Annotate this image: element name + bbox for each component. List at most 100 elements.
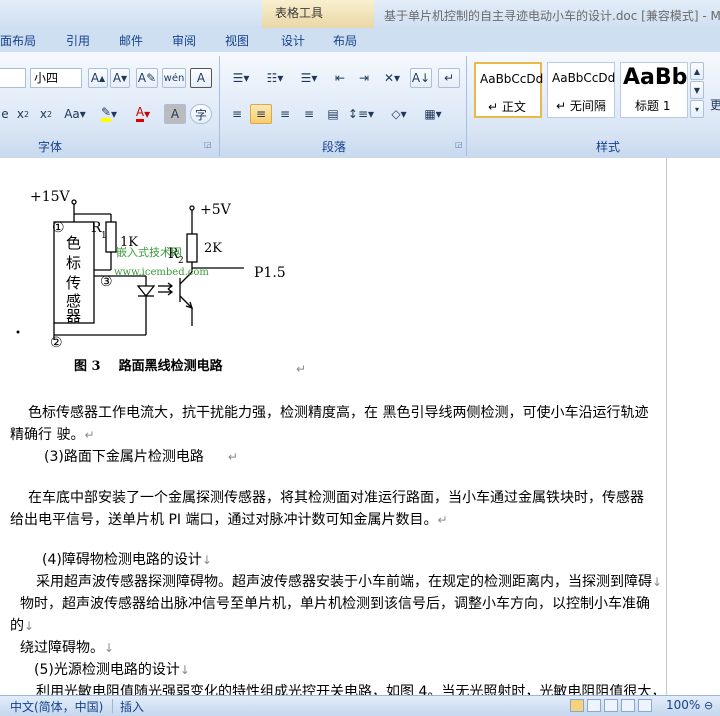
zoom-out-icon[interactable]: ⊖ [704,699,713,712]
shading-button[interactable]: ◇▾ [384,104,414,124]
tab-review[interactable]: 审阅 [172,32,196,49]
distributed-button[interactable]: ▤ [322,104,344,124]
web-layout-view-icon[interactable] [604,699,618,712]
styles-scroll-down[interactable]: ▼ [690,81,704,99]
group-styles-label: 样式 [596,140,621,154]
sort-button[interactable]: A↓ [410,68,432,88]
paragraph-dialog-launcher-icon[interactable]: ◲ [455,140,463,149]
align-center-button[interactable]: ≡ [250,104,272,124]
body-text: 精确行 驶。 [10,427,85,443]
font-color-icon: A [135,106,145,122]
table-tools-label: 表格工具 [275,6,324,20]
sensor-char: 色 [66,234,81,252]
draft-view-icon[interactable] [638,699,652,712]
group-font-label: 字体 [38,140,63,154]
section-heading: (4)障碍物检测电路的设计 [42,552,202,568]
body-line: 物时，超声波传感器给出脉冲信号至单片机，单片机检测到该信号后，调整小车方向，以控… [20,596,650,612]
bullets-button[interactable]: ☰▾ [226,68,256,88]
change-styles-label[interactable]: 更 [710,96,720,113]
increase-indent-button[interactable]: ⇥ [354,68,374,88]
circuit-diagram: +15V +5V ① ② ③ R 1 1K R 2 2K P1.5 色 标 传 … [16,189,286,374]
r2-value: 2K [204,241,222,256]
line-spacing-button[interactable]: ↕≡▾ [346,104,376,124]
styles-scroll-up[interactable]: ▲ [690,62,704,80]
numbering-button[interactable]: ☷▾ [260,68,290,88]
highlight-color-button[interactable]: ✎ ▾ [94,104,124,124]
style-heading1[interactable]: AaBb 标题 1 [620,62,688,118]
group-divider [466,56,467,156]
insert-mode-status[interactable]: 插入 [120,698,144,715]
status-divider [112,699,113,713]
style-name: ↵ 正文 [488,100,526,114]
style-normal[interactable]: AaBbCcDd ↵ 正文 [474,62,544,118]
body-line: 采用超声波传感器探测障碍物。超声波传感器安装于小车前端，在规定的检测距离内，当探… [36,571,662,591]
style-no-spacing[interactable]: AaBbCcDd ↵ 无间隔 [547,62,615,118]
paragraph-mark-icon: ↓ [201,553,212,567]
style-sample: AaBbCcDd [480,72,544,86]
phonetic-guide-button[interactable]: wén [162,68,186,88]
paragraph-mark-icon: ↵ [437,513,448,527]
group-paragraph-label: 段落 [322,140,347,154]
watermark-url: www.icembed.com [114,267,209,278]
decrease-indent-button[interactable]: ⇤ [330,68,350,88]
multilevel-list-button[interactable]: ☰▾ [294,68,324,88]
ribbon-tabs: 面布局 引用 邮件 审阅 视图 设计 布局 [0,28,720,52]
sensor-char: 器 [66,307,81,325]
r1-subscript: 1 [101,231,107,241]
page-right-margin [666,158,720,695]
watermark-cn: 嵌入式技术网 [116,246,182,259]
font-size-combo[interactable]: 小四 [30,68,82,88]
language-status[interactable]: 中文(简体，中国) [10,698,103,715]
styles-more[interactable]: ▾ [690,100,704,118]
node2-label: ② [50,335,63,351]
tab-mailings[interactable]: 邮件 [119,32,143,49]
print-layout-view-icon[interactable] [570,699,584,712]
grow-font-button[interactable]: A ▲ [88,68,108,88]
superscript-button[interactable]: x2 [36,104,56,124]
change-case-button[interactable]: Aa▾ [60,104,90,124]
paragraph-mark-icon: ↓ [104,641,115,655]
outline-view-icon[interactable] [621,699,635,712]
section-heading: (3)路面下金属片检测电路 [44,449,204,465]
tab-design[interactable]: 设计 [281,32,305,49]
font-name-combo[interactable] [0,68,26,88]
zoom-level[interactable]: 100% [666,698,700,712]
enclose-char-button[interactable]: 字 [190,104,212,124]
highlighter-icon: ✎ [100,106,112,122]
clear-format-button[interactable]: A✎ [136,68,158,88]
figure-caption: 图 3 路面黑线检测电路 [74,358,224,374]
tab-page-layout[interactable]: 面布局 [0,32,36,49]
body-line: 色标传感器工作电流大，抗干扰能力强，检测精度高，在 黑色引导线两侧检测，可使小车… [28,405,649,421]
node1-label: ① [52,220,65,236]
strikethrough-button[interactable]: e [0,104,10,124]
asian-layout-button[interactable]: ✕▾ [378,68,406,88]
paragraph-mark-icon: ↓ [179,663,190,677]
body-line: 在车底中部安装了一个金属探测传感器，将其检测面对准运行路面，当小车通过金属铁块时… [28,490,644,506]
char-border-button[interactable]: A [190,68,212,88]
char-shading-button[interactable]: A [164,104,186,124]
title-bar: 表格工具 基于单片机控制的自主寻迹电动小车的设计.doc [兼容模式] - M [0,0,720,28]
tab-references[interactable]: 引用 [66,32,90,49]
font-color-button[interactable]: A ▾ [128,104,158,124]
node3-label: ③ [100,274,113,290]
align-right-button[interactable]: ≡ [274,104,296,124]
font-dialog-launcher-icon[interactable]: ◲ [204,140,212,149]
justify-button[interactable]: ≡ [298,104,320,124]
align-left-button[interactable]: ≡ [226,104,248,124]
body-text: 采用超声波传感器探测障碍物。超声波传感器安装于小车前端，在规定的检测距离内，当探… [36,574,652,590]
body-line: 绕过障碍物。↓ [20,637,114,657]
subscript-button[interactable]: x2 [14,104,32,124]
body-line: 给出电平信号，送单片机 PI 端口，通过对脉冲计数可知金属片数目。↵ [10,509,448,529]
body-text: 的 [10,618,24,634]
show-marks-button[interactable]: ↵ [438,68,460,88]
window-title: 基于单片机控制的自主寻迹电动小车的设计.doc [兼容模式] - M [384,9,720,23]
status-bar: 中文(简体，中国) 插入 100% ⊖ [0,695,720,716]
shrink-font-button[interactable]: A ▼ [110,68,130,88]
heading-line: (3)路面下金属片检测电路 ↵ [44,446,238,466]
body-text: 绕过障碍物。 [20,640,104,656]
tab-view[interactable]: 视图 [225,32,249,49]
borders-button[interactable]: ▦▾ [418,104,448,124]
group-divider [219,56,220,156]
full-screen-reading-view-icon[interactable] [587,699,601,712]
tab-layout[interactable]: 布局 [333,32,357,49]
